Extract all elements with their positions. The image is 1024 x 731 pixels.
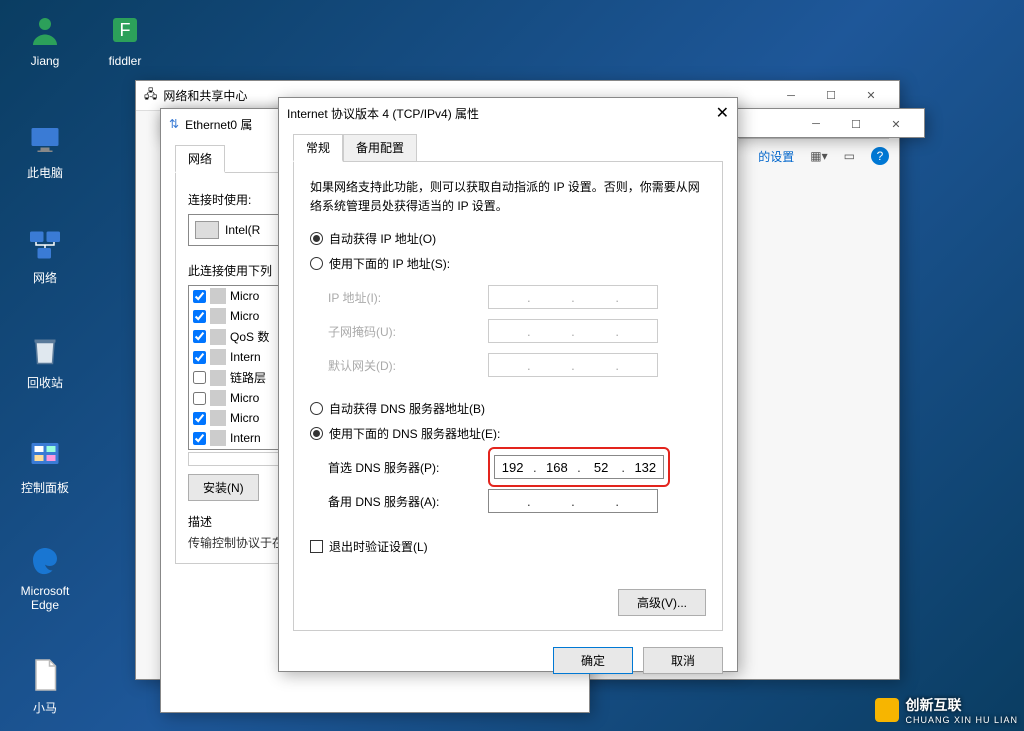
tab-general[interactable]: 常规 bbox=[293, 134, 343, 162]
settings-link[interactable]: 的设置 bbox=[758, 148, 794, 165]
validate-on-exit-checkbox[interactable]: 退出时验证设置(L) bbox=[310, 538, 706, 555]
alternate-dns-input[interactable]: ... bbox=[488, 489, 658, 513]
radio-auto-dns[interactable]: 自动获得 DNS 服务器地址(B) bbox=[310, 400, 706, 417]
advanced-button[interactable]: 高级(V)... bbox=[618, 589, 706, 616]
subnet-mask-input: ... bbox=[488, 319, 658, 343]
ip-address-input: ... bbox=[488, 285, 658, 309]
cancel-button[interactable]: 取消 bbox=[643, 647, 723, 674]
checkbox[interactable] bbox=[193, 412, 206, 425]
preview-icon[interactable]: ▭ bbox=[844, 149, 855, 163]
preferred-dns-row: 首选 DNS 服务器(P): 192. 168. 52. 132 bbox=[328, 450, 706, 484]
icon-label: Microsoft Edge bbox=[21, 584, 70, 612]
icon-label: 小马 bbox=[33, 701, 57, 715]
icon-label: 此电脑 bbox=[27, 166, 63, 180]
component-icon bbox=[210, 308, 226, 324]
checkbox[interactable] bbox=[193, 310, 206, 323]
checkbox[interactable] bbox=[193, 330, 206, 343]
tab-network[interactable]: 网络 bbox=[175, 145, 225, 173]
radio-auto-ip[interactable]: 自动获得 IP 地址(O) bbox=[310, 230, 706, 247]
component-icon bbox=[210, 370, 226, 386]
desktop-icon-edge[interactable]: Microsoft Edge bbox=[10, 540, 80, 612]
desktop-icon-control-panel[interactable]: 控制面板 bbox=[10, 435, 80, 496]
radio-manual-dns[interactable]: 使用下面的 DNS 服务器地址(E): bbox=[310, 425, 706, 442]
component-icon bbox=[210, 430, 226, 446]
watermark-sub: CHUANG XIN HU LIAN bbox=[905, 715, 1018, 725]
watermark-brand: 创新互联 bbox=[905, 697, 961, 713]
gateway-input: ... bbox=[488, 353, 658, 377]
preferred-dns-input[interactable]: 192. 168. 52. 132 bbox=[494, 455, 664, 479]
minimize-button[interactable]: ─ bbox=[771, 82, 811, 110]
adapter-icon bbox=[195, 221, 219, 239]
desktop-icon-fiddler[interactable]: F fiddler bbox=[90, 10, 160, 68]
app-icon: 🖧 bbox=[144, 85, 157, 106]
component-icon bbox=[210, 349, 226, 365]
component-icon bbox=[210, 288, 226, 304]
icon-label: Jiang bbox=[31, 54, 60, 68]
app-icon: ⇅ bbox=[169, 117, 179, 131]
desktop-icon-recycle-bin[interactable]: 回收站 bbox=[10, 330, 80, 391]
watermark: 创新互联 CHUANG XIN HU LIAN bbox=[875, 695, 1018, 725]
checkbox[interactable] bbox=[193, 432, 206, 445]
icon-label: fiddler bbox=[109, 54, 142, 68]
install-button[interactable]: 安装(N) bbox=[188, 474, 259, 501]
svg-text:F: F bbox=[120, 20, 131, 40]
adapter-name: Intel(R bbox=[225, 223, 260, 237]
alternate-dns-row: 备用 DNS 服务器(A): ... bbox=[328, 484, 706, 518]
radio-icon bbox=[310, 232, 323, 245]
checkbox[interactable] bbox=[193, 290, 206, 303]
component-icon bbox=[210, 390, 226, 406]
tab-alternate[interactable]: 备用配置 bbox=[343, 134, 417, 162]
desktop-icon-this-pc[interactable]: 此电脑 bbox=[10, 120, 80, 181]
watermark-logo-icon bbox=[875, 698, 899, 722]
help-icon[interactable]: ? bbox=[871, 147, 889, 165]
close-button[interactable]: ✕ bbox=[851, 82, 891, 110]
icon-label: 控制面板 bbox=[21, 481, 69, 495]
component-icon bbox=[210, 410, 226, 426]
radio-icon bbox=[310, 402, 323, 415]
checkbox[interactable] bbox=[193, 371, 206, 384]
ip-address-row: IP 地址(I): ... bbox=[328, 280, 706, 314]
window-title: Internet 协议版本 4 (TCP/IPv4) 属性 bbox=[287, 105, 716, 122]
icon-label: 回收站 bbox=[27, 376, 63, 390]
checkbox[interactable] bbox=[193, 392, 206, 405]
window-ipv4-properties: Internet 协议版本 4 (TCP/IPv4) 属性 ✕ 常规 备用配置 … bbox=[278, 97, 738, 672]
gateway-row: 默认网关(D): ... bbox=[328, 348, 706, 382]
maximize-button[interactable]: ☐ bbox=[811, 82, 851, 110]
desktop-icon-network[interactable]: 网络 bbox=[10, 225, 80, 286]
highlight-annotation: 192. 168. 52. 132 bbox=[488, 447, 670, 487]
component-icon bbox=[210, 329, 226, 345]
minimize-button[interactable]: ─ bbox=[796, 110, 836, 138]
checkbox-icon bbox=[310, 540, 323, 553]
subnet-mask-row: 子网掩码(U): ... bbox=[328, 314, 706, 348]
radio-manual-ip[interactable]: 使用下面的 IP 地址(S): bbox=[310, 255, 706, 272]
checkbox[interactable] bbox=[193, 351, 206, 364]
close-button[interactable]: ✕ bbox=[876, 110, 916, 138]
desktop-icon-textfile[interactable]: 小马 bbox=[10, 655, 80, 716]
icon-label: 网络 bbox=[33, 271, 57, 285]
close-button[interactable]: ✕ bbox=[716, 103, 729, 123]
info-text: 如果网络支持此功能，则可以获取自动指派的 IP 设置。否则，你需要从网络系统管理… bbox=[310, 178, 706, 216]
maximize-button[interactable]: ☐ bbox=[836, 110, 876, 138]
titlebar[interactable]: Internet 协议版本 4 (TCP/IPv4) 属性 ✕ bbox=[279, 98, 737, 128]
ok-button[interactable]: 确定 bbox=[553, 647, 633, 674]
view-icon[interactable]: ▦▾ bbox=[810, 149, 827, 163]
radio-icon bbox=[310, 427, 323, 440]
desktop-icon-user[interactable]: Jiang bbox=[10, 10, 80, 68]
radio-icon bbox=[310, 257, 323, 270]
